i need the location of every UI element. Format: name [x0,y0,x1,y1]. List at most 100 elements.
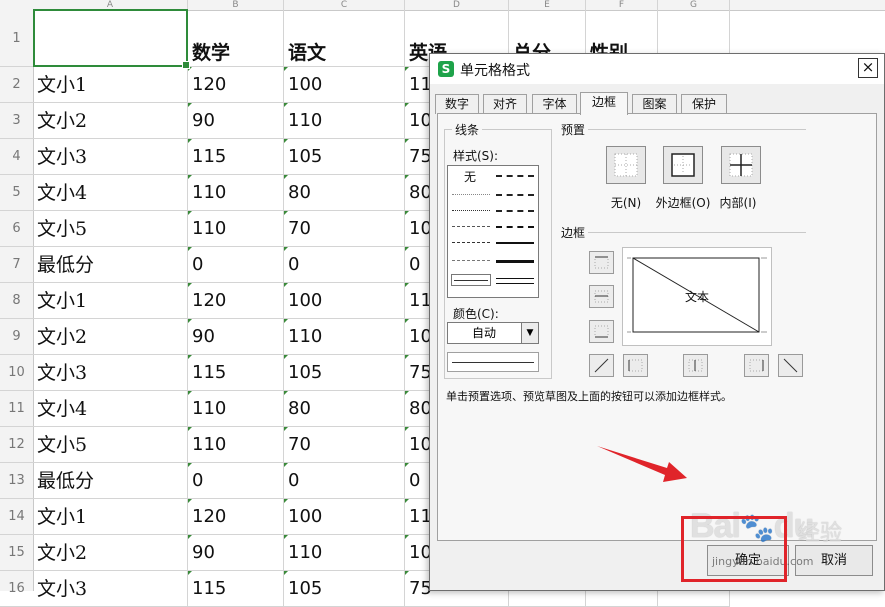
table-cell[interactable]: 110 [188,427,284,463]
line-style-thin[interactable] [454,280,488,281]
line-style-none[interactable]: 无 [464,168,476,185]
line-style-medium-dash[interactable] [496,226,534,228]
table-cell[interactable]: 115 [188,139,284,175]
row-header-14[interactable]: 14 [0,499,33,535]
table-cell[interactable]: 0 [284,463,405,499]
line-style-medium[interactable] [496,242,534,244]
table-cell[interactable]: 文小2 [33,103,188,139]
table-cell[interactable]: 70 [284,427,405,463]
table-cell[interactable]: 100 [284,67,405,103]
table-cell[interactable]: 115 [188,355,284,391]
row-header-12[interactable]: 12 [0,427,33,463]
line-style-dash-dot-dot[interactable] [452,226,490,227]
header-cell[interactable]: 数学 [188,10,284,67]
table-cell[interactable]: 文小3 [33,571,188,607]
column-header-d[interactable]: D [405,0,509,10]
line-style-thick[interactable] [496,260,534,263]
table-cell[interactable]: 110 [188,391,284,427]
border-top-button[interactable] [589,251,614,274]
table-cell[interactable]: 文小3 [33,139,188,175]
table-cell[interactable]: 110 [188,175,284,211]
line-style-medium-dash-dot[interactable] [496,210,534,212]
table-cell[interactable]: 110 [284,535,405,571]
column-header-c[interactable]: C [284,0,405,10]
border-diagonal-down-button[interactable] [778,354,803,377]
table-cell[interactable]: 0 [188,463,284,499]
border-bottom-button[interactable] [589,320,614,343]
line-style-double[interactable] [496,278,534,284]
border-preview[interactable]: 文本 [622,247,772,346]
table-cell[interactable]: 90 [188,319,284,355]
row-header-3[interactable]: 3 [0,103,33,139]
border-middle-vertical-button[interactable] [683,354,708,377]
row-header-7[interactable]: 7 [0,247,33,283]
table-cell[interactable]: 文小5 [33,211,188,247]
table-cell[interactable]: 80 [284,175,405,211]
color-select[interactable]: 自动 ▼ [447,322,539,344]
table-cell[interactable]: 110 [284,103,405,139]
table-cell[interactable]: 文小2 [33,535,188,571]
table-cell[interactable]: 文小1 [33,283,188,319]
row-header-8[interactable]: 8 [0,283,33,319]
table-cell[interactable]: 70 [284,211,405,247]
preset-none-button[interactable] [606,146,646,184]
table-cell[interactable]: 100 [284,499,405,535]
row-header-9[interactable]: 9 [0,319,33,355]
column-header-g[interactable]: G [658,0,730,10]
selected-cell-a1[interactable] [33,9,190,69]
border-middle-horizontal-button[interactable] [589,285,614,308]
tab-font[interactable]: 字体 [532,94,577,114]
row-header-13[interactable]: 13 [0,463,33,499]
row-header-15[interactable]: 15 [0,535,33,571]
table-cell[interactable]: 最低分 [33,463,188,499]
dialog-titlebar[interactable]: S 单元格格式 × [430,54,884,84]
line-style-list[interactable]: 无 [447,165,539,298]
table-cell[interactable]: 文小4 [33,175,188,211]
border-left-button[interactable] [623,354,648,377]
table-cell[interactable]: 120 [188,283,284,319]
table-cell[interactable]: 最低分 [33,247,188,283]
table-cell[interactable]: 90 [188,103,284,139]
table-cell[interactable]: 105 [284,571,405,607]
table-cell[interactable]: 105 [284,355,405,391]
preset-outline-button[interactable] [663,146,703,184]
row-header-4[interactable]: 4 [0,139,33,175]
table-cell[interactable]: 80 [284,391,405,427]
column-header-e[interactable]: E [509,0,586,10]
line-style-dotted[interactable] [452,210,490,211]
tab-border[interactable]: 边框 [580,92,628,115]
fill-handle[interactable] [182,61,190,69]
tab-number[interactable]: 数字 [435,94,479,114]
row-header-2[interactable]: 2 [0,67,33,103]
table-cell[interactable]: 120 [188,499,284,535]
table-cell[interactable]: 110 [284,319,405,355]
row-header-5[interactable]: 5 [0,175,33,211]
tab-alignment[interactable]: 对齐 [483,94,527,114]
table-cell[interactable]: 115 [188,571,284,607]
table-cell[interactable]: 文小1 [33,67,188,103]
table-cell[interactable]: 0 [188,247,284,283]
table-cell[interactable]: 100 [284,283,405,319]
header-cell[interactable]: 语文 [284,10,405,67]
table-cell[interactable]: 120 [188,67,284,103]
row-header-16[interactable]: 16 [0,571,33,607]
row-header-10[interactable]: 10 [0,355,33,391]
chevron-down-icon[interactable]: ▼ [521,323,538,343]
row-header-6[interactable]: 6 [0,211,33,247]
column-header-f[interactable]: F [586,0,658,10]
table-cell[interactable]: 90 [188,535,284,571]
table-cell[interactable]: 110 [188,211,284,247]
table-cell[interactable]: 文小3 [33,355,188,391]
line-style-medium-dash-dot-dot[interactable] [496,175,534,177]
row-header-1[interactable]: 1 [0,10,33,67]
preset-inside-button[interactable] [721,146,761,184]
tab-pattern[interactable]: 图案 [632,94,677,114]
table-cell[interactable]: 文小5 [33,427,188,463]
table-cell[interactable]: 文小2 [33,319,188,355]
table-cell[interactable]: 文小1 [33,499,188,535]
table-cell[interactable]: 0 [284,247,405,283]
close-button[interactable]: × [858,58,878,78]
tab-protection[interactable]: 保护 [681,94,727,114]
table-cell[interactable]: 文小4 [33,391,188,427]
border-right-button[interactable] [744,354,769,377]
